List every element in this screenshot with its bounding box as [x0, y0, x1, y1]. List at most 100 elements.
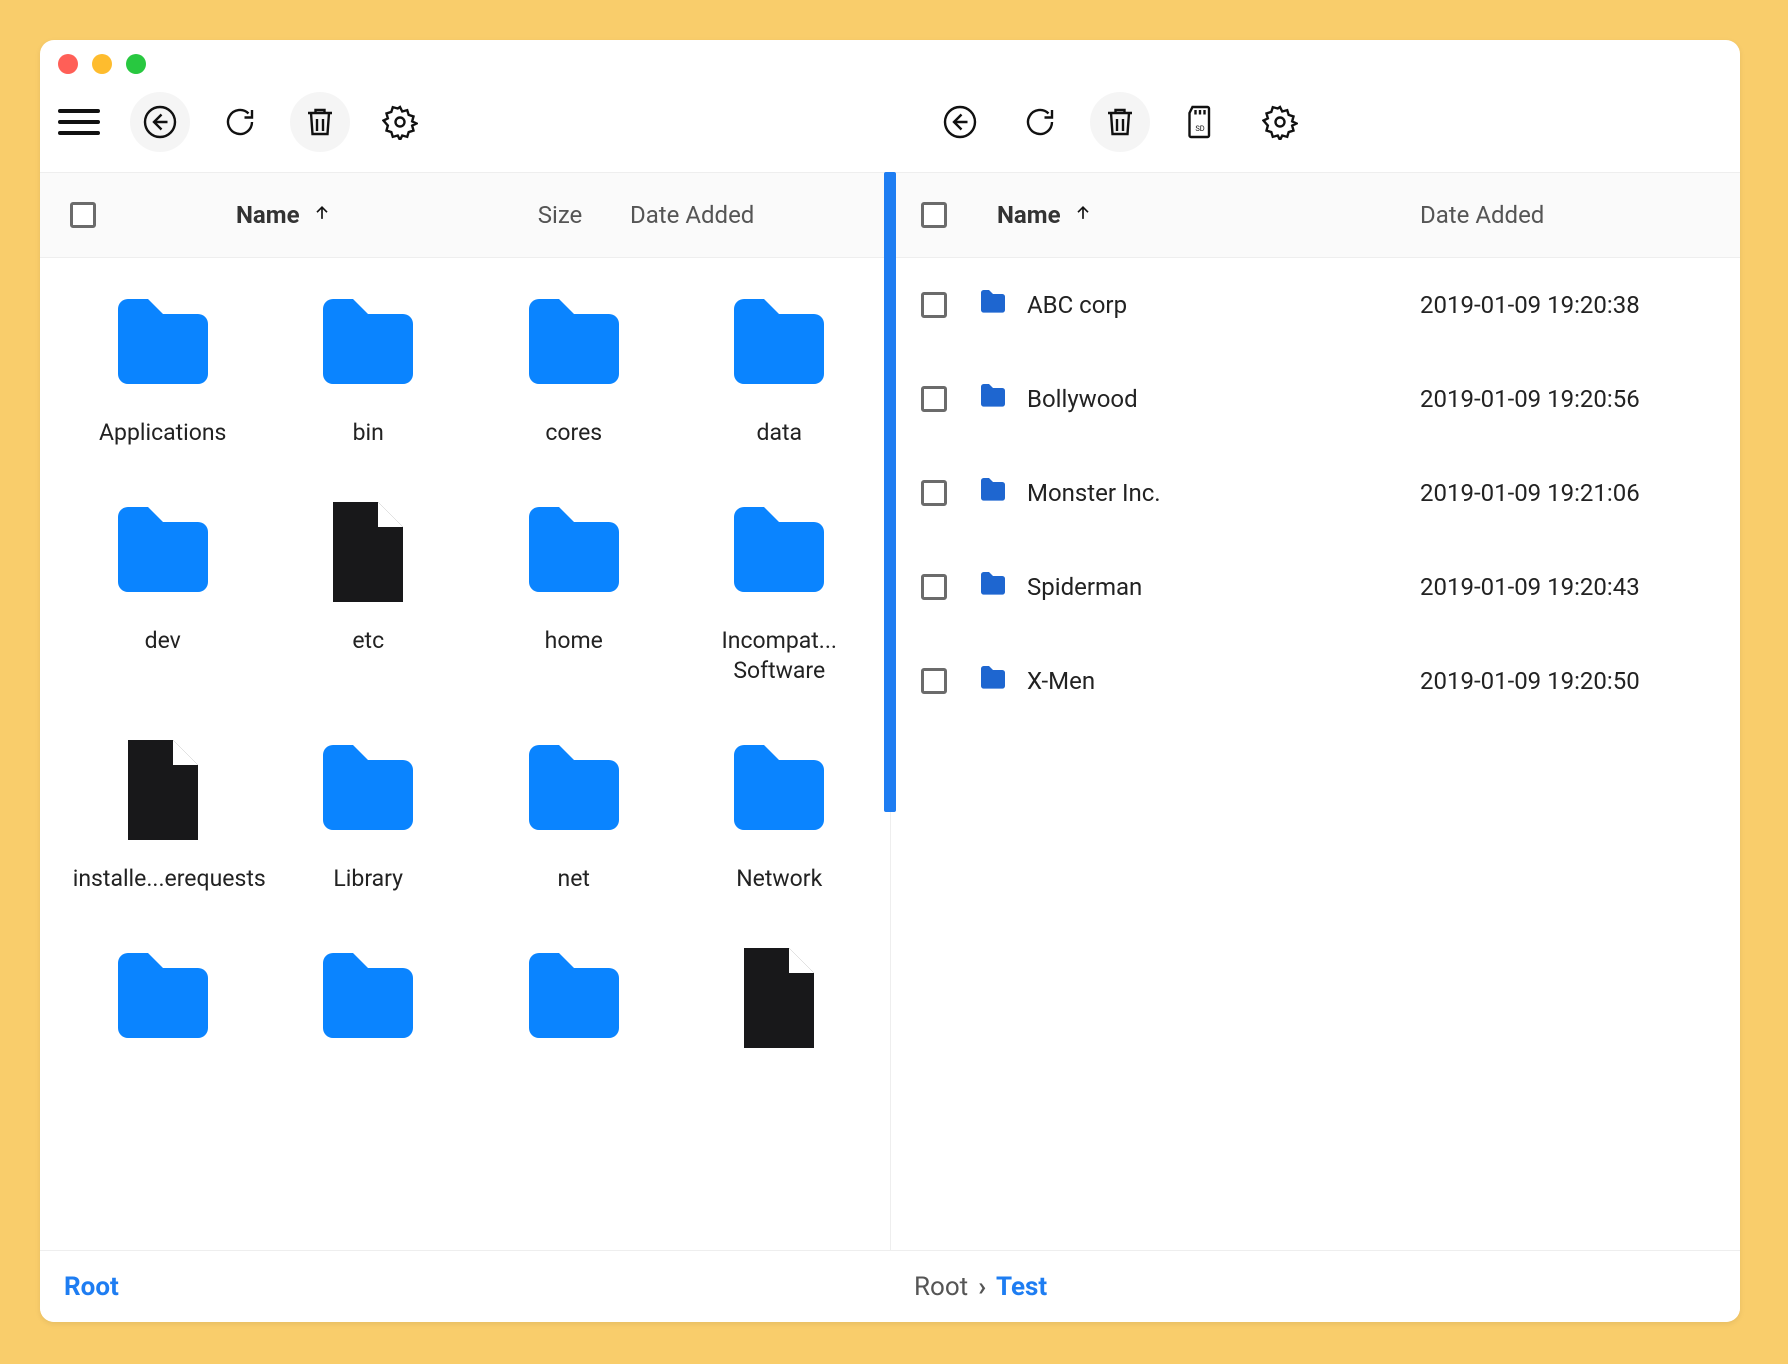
row-date: 2019-01-09 19:20:43 — [1420, 573, 1740, 601]
toolbars-row — [40, 82, 1740, 172]
grid-item-label: installe...erequests — [73, 864, 253, 894]
pane-divider[interactable] — [884, 172, 896, 812]
select-all-checkbox[interactable] — [70, 202, 96, 228]
arrow-back-icon — [142, 104, 178, 140]
grid-item[interactable]: dev — [62, 488, 264, 686]
gear-icon — [1262, 104, 1298, 140]
row-checkbox[interactable] — [921, 386, 947, 412]
sort-asc-icon — [312, 201, 332, 229]
row-name: ABC corp — [1027, 291, 1127, 319]
grid-item[interactable]: bin — [268, 280, 470, 448]
folder-icon — [699, 726, 859, 854]
row-date: 2019-01-09 19:20:38 — [1420, 291, 1740, 319]
column-name[interactable]: Name — [977, 201, 1420, 229]
grid-item[interactable]: net — [473, 726, 675, 894]
folder-icon — [83, 280, 243, 408]
left-toolbar — [40, 82, 890, 172]
maximize-window-button[interactable] — [126, 54, 146, 74]
file-icon — [699, 934, 859, 1062]
column-name[interactable]: Name — [126, 201, 490, 229]
list-row[interactable]: Bollywood2019-01-09 19:20:56 — [891, 352, 1740, 446]
refresh-icon — [1022, 104, 1058, 140]
grid-item[interactable] — [679, 934, 881, 1072]
folder-icon — [494, 280, 654, 408]
column-date-label: Date Added — [630, 201, 754, 229]
grid-item[interactable]: cores — [473, 280, 675, 448]
breadcrumb-item[interactable]: Root — [914, 1272, 968, 1302]
settings-button[interactable] — [370, 92, 430, 152]
folder-icon — [288, 280, 448, 408]
row-checkbox[interactable] — [921, 292, 947, 318]
breadcrumb-item[interactable]: Root — [64, 1272, 119, 1302]
grid-item-label: dev — [145, 626, 181, 656]
refresh-button[interactable] — [1010, 92, 1070, 152]
split-panes: Name Size Date Added Applications bin core… — [40, 172, 1740, 1250]
column-name-label: Name — [997, 201, 1061, 229]
folder-icon — [83, 488, 243, 616]
folder-icon — [288, 934, 448, 1062]
grid-item[interactable]: installe...erequests — [62, 726, 264, 894]
file-icon — [288, 488, 448, 616]
column-date[interactable]: Date Added — [630, 201, 890, 229]
sd-card-icon — [1182, 104, 1218, 140]
grid-item-label: etc — [352, 626, 384, 656]
list-row[interactable]: Monster Inc.2019-01-09 19:21:06 — [891, 446, 1740, 540]
left-breadcrumbs: Root — [40, 1251, 890, 1322]
grid-item[interactable] — [62, 934, 264, 1072]
folder-icon — [83, 934, 243, 1062]
select-all-checkbox[interactable] — [921, 202, 947, 228]
grid-item-label: net — [558, 864, 590, 894]
grid-item[interactable]: Network — [679, 726, 881, 894]
grid-item[interactable]: home — [473, 488, 675, 686]
folder-icon — [977, 380, 1009, 418]
grid-item[interactable]: Incompat... Software — [679, 488, 881, 686]
grid-item[interactable]: etc — [268, 488, 470, 686]
column-size[interactable]: Size — [490, 201, 630, 229]
trash-icon — [1102, 104, 1138, 140]
refresh-button[interactable] — [210, 92, 270, 152]
grid-item[interactable]: data — [679, 280, 881, 448]
delete-button[interactable] — [290, 92, 350, 152]
list-row[interactable]: ABC corp 2019-01-09 19:20:38 — [891, 258, 1740, 352]
left-grid: Applications bin cores data dev etc homeIncomp… — [40, 258, 890, 1250]
storage-button[interactable] — [1170, 92, 1230, 152]
column-date[interactable]: Date Added — [1420, 201, 1740, 229]
back-button[interactable] — [130, 92, 190, 152]
grid-item[interactable]: Library — [268, 726, 470, 894]
grid-item-label: cores — [545, 418, 602, 448]
footer: Root Root›Test — [40, 1250, 1740, 1322]
folder-icon — [977, 662, 1009, 700]
folder-icon — [977, 568, 1009, 606]
right-breadcrumbs: Root›Test — [890, 1251, 1740, 1322]
row-name: Monster Inc. — [1027, 479, 1161, 507]
row-checkbox[interactable] — [921, 668, 947, 694]
gear-icon — [382, 104, 418, 140]
grid-item-label: Applications — [99, 418, 226, 448]
row-name: X-Men — [1027, 667, 1095, 695]
grid-item[interactable] — [268, 934, 470, 1072]
row-date: 2019-01-09 19:20:56 — [1420, 385, 1740, 413]
breadcrumb-item[interactable]: Test — [996, 1272, 1047, 1302]
grid-item[interactable] — [473, 934, 675, 1072]
minimize-window-button[interactable] — [92, 54, 112, 74]
row-name: Spiderman — [1027, 573, 1142, 601]
settings-button[interactable] — [1250, 92, 1310, 152]
menu-button[interactable] — [58, 109, 100, 135]
back-button[interactable] — [930, 92, 990, 152]
grid-item-label: Incompat... Software — [689, 626, 869, 686]
right-column-header: Name Date Added — [891, 172, 1740, 258]
column-date-label: Date Added — [1420, 201, 1544, 229]
delete-button[interactable] — [1090, 92, 1150, 152]
row-checkbox[interactable] — [921, 480, 947, 506]
column-size-label: Size — [538, 201, 583, 229]
column-name-label: Name — [236, 201, 300, 229]
row-checkbox[interactable] — [921, 574, 947, 600]
list-row[interactable]: Spiderman 2019-01-09 19:20:43 — [891, 540, 1740, 634]
list-row[interactable]: X-Men2019-01-09 19:20:50 — [891, 634, 1740, 728]
file-icon — [83, 726, 243, 854]
grid-item-label: Network — [736, 864, 822, 894]
grid-item[interactable]: Applications — [62, 280, 264, 448]
sort-asc-icon — [1073, 201, 1093, 229]
right-toolbar — [890, 82, 1740, 172]
close-window-button[interactable] — [58, 54, 78, 74]
